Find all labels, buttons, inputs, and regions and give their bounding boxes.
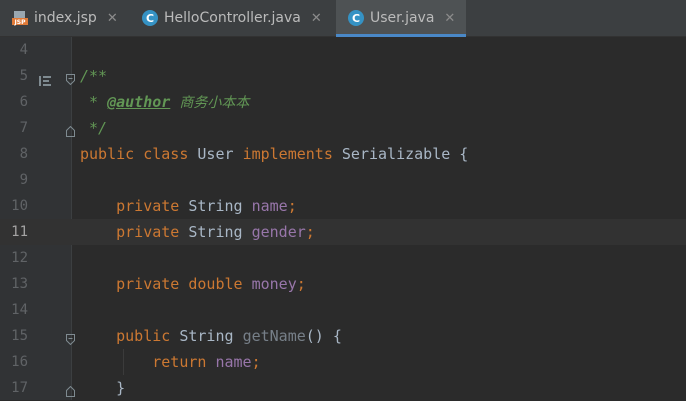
- code-text: private String name;: [116, 197, 297, 215]
- tab-index-jsp[interactable]: JSP index.jsp ✕: [0, 0, 130, 36]
- code-line: 15 public String getName() {: [0, 323, 686, 349]
- code-text: return name;: [152, 353, 261, 371]
- code-line: 10 private String name;: [0, 193, 686, 219]
- line-number: 4: [19, 42, 28, 58]
- code-line: 7 */: [0, 115, 686, 141]
- tab-user-java[interactable]: C User.java ✕: [336, 0, 466, 37]
- jsp-file-icon: JSP: [12, 10, 28, 26]
- code-text: public class User implements Serializabl…: [80, 145, 469, 163]
- code-text: * @author 商务小本本: [80, 93, 250, 111]
- fold-end-icon[interactable]: [66, 382, 75, 397]
- tab-label: index.jsp: [34, 10, 97, 26]
- tab-label: User.java: [370, 10, 435, 26]
- line-number: 7: [19, 120, 28, 136]
- line-number: 17: [11, 380, 28, 396]
- code-text: */: [80, 119, 108, 137]
- line-number: 10: [11, 198, 28, 214]
- code-line: 8 public class User implements Serializa…: [0, 141, 686, 167]
- code-text: private String gender;: [116, 223, 315, 241]
- line-number: 15: [11, 328, 28, 344]
- editor-tab-bar: JSP index.jsp ✕ C HelloController.java ✕…: [0, 0, 686, 37]
- close-icon[interactable]: ✕: [444, 11, 455, 26]
- line-number: 12: [11, 250, 28, 266]
- fold-end-icon[interactable]: [66, 122, 75, 137]
- javadoc-tag: @author: [107, 93, 171, 111]
- code-text: public String getName() {: [116, 327, 342, 345]
- tab-hello-controller-java[interactable]: C HelloController.java ✕: [130, 0, 336, 36]
- java-class-icon: C: [348, 10, 364, 26]
- code-line: 5 /**: [0, 63, 686, 89]
- line-number: 9: [19, 172, 28, 188]
- code-line: 12: [0, 245, 686, 271]
- code-editor[interactable]: 4 5 /** 6 * @author 商务小本本 7 */ 8 public …: [0, 37, 686, 400]
- svg-text:JSP: JSP: [14, 19, 27, 26]
- indent-guide: [123, 349, 124, 375]
- close-icon[interactable]: ✕: [107, 11, 118, 26]
- method-name: getName: [242, 327, 306, 345]
- line-number: 11: [11, 224, 28, 240]
- code-line: 9: [0, 167, 686, 193]
- fold-collapse-icon[interactable]: [66, 330, 75, 346]
- structure-icon[interactable]: [39, 71, 51, 90]
- code-line: 4: [0, 37, 686, 63]
- code-line-current: 11 private String gender;: [0, 219, 686, 245]
- code-line: 14: [0, 297, 686, 323]
- java-class-icon: C: [142, 10, 158, 26]
- close-icon[interactable]: ✕: [311, 11, 322, 26]
- line-number: 5: [19, 68, 28, 84]
- line-number: 16: [11, 354, 28, 370]
- code-line: 17 }: [0, 375, 686, 401]
- code-line: 6 * @author 商务小本本: [0, 89, 686, 115]
- line-number: 6: [19, 94, 28, 110]
- code-text: /**: [80, 67, 108, 85]
- line-number: 14: [11, 302, 28, 318]
- code-text: private double money;: [116, 275, 306, 293]
- code-line: 16 return name;: [0, 349, 686, 375]
- code-text: }: [116, 379, 126, 397]
- code-line: 13 private double money;: [0, 271, 686, 297]
- line-number: 8: [19, 146, 28, 162]
- line-number: 13: [11, 276, 28, 292]
- author-name: 商务小本本: [179, 95, 250, 111]
- fold-collapse-icon[interactable]: [66, 70, 75, 86]
- tab-label: HelloController.java: [164, 10, 301, 26]
